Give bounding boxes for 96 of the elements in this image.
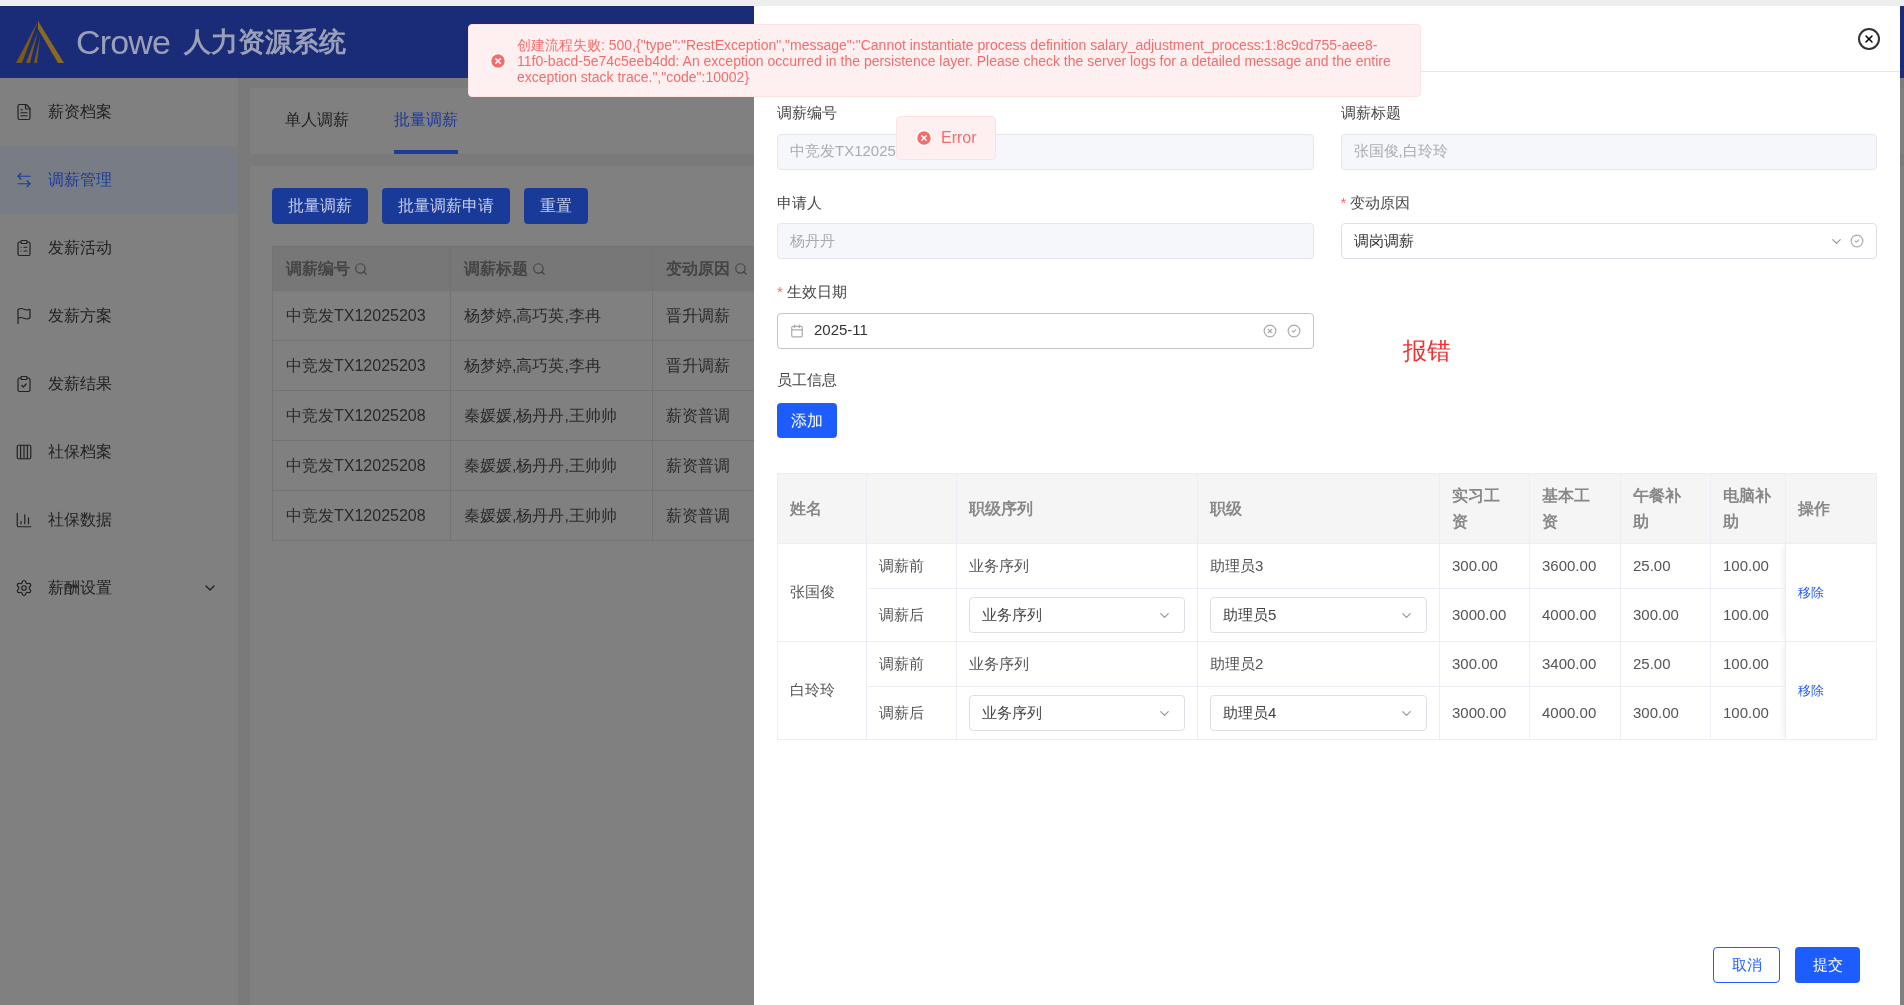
system-name: 人力资源系统 <box>184 25 346 59</box>
field-label: 调薪编号 <box>777 103 837 123</box>
bar-chart-icon <box>15 511 33 529</box>
close-icon <box>1863 32 1875 45</box>
table-cell: 中竞发TX12025208 <box>272 390 451 441</box>
table-cell: 300.00 <box>1452 654 1498 672</box>
sidebar-item[interactable]: 薪资档案 <box>0 78 238 146</box>
table-cell: 3600.00 <box>1542 556 1597 574</box>
column-header: 基本工资 <box>1542 486 1590 530</box>
section-label: 员工信息 <box>777 369 838 390</box>
required-mark: * <box>1340 192 1347 213</box>
close-button[interactable] <box>1858 27 1880 50</box>
table-cell: 调薪前 <box>879 654 924 672</box>
table-cell: 4000.00 <box>1542 605 1597 623</box>
table-cell: 300.00 <box>1633 703 1679 721</box>
table-cell: 调薪后 <box>879 605 924 623</box>
select-field[interactable]: 业务序列 <box>969 695 1185 731</box>
table-cell: 3000.00 <box>1452 605 1507 623</box>
document-icon <box>15 103 33 121</box>
table-cell: 调薪前 <box>879 556 924 574</box>
date-field[interactable]: 2025-11 <box>777 312 1314 349</box>
table-cell: 3400.00 <box>1542 654 1597 672</box>
annotation-text: 报错 <box>1402 335 1451 366</box>
column-header: 姓名 <box>790 499 822 517</box>
sidebar-item[interactable]: 社保档案 <box>0 418 238 486</box>
toolbar-button[interactable]: 批量调薪 <box>272 188 368 224</box>
select-field[interactable]: 业务序列 <box>969 597 1185 633</box>
column-header: 操作 <box>1798 499 1830 517</box>
table-cell: 杨梦婷,高巧英,李冉 <box>450 340 653 391</box>
table-cell: 调薪后 <box>879 703 924 721</box>
column-header: 午餐补助 <box>1633 486 1681 530</box>
toolbar-button[interactable]: 重置 <box>524 188 588 224</box>
select-field[interactable]: 助理员5 <box>1210 597 1427 633</box>
search-icon[interactable] <box>734 261 748 276</box>
table-cell: 中竞发TX12025208 <box>272 490 451 541</box>
sidebar-item[interactable]: 薪酬设置 <box>0 554 238 622</box>
table-cell: 张国俊 <box>790 583 835 601</box>
table-cell: 300.00 <box>1452 556 1498 574</box>
select-field[interactable]: 调岗调薪 <box>1340 223 1877 259</box>
select-field[interactable]: 助理员4 <box>1210 695 1427 731</box>
table-cell: 4000.00 <box>1542 703 1597 721</box>
table-cell: 杨梦婷,高巧英,李冉 <box>450 290 653 341</box>
table-cell: 中竞发TX12025203 <box>272 290 451 341</box>
sidebar-item[interactable]: 发薪方案 <box>0 282 238 350</box>
error-icon <box>489 51 507 70</box>
remove-link[interactable]: 移除 <box>1798 585 1824 601</box>
tab[interactable]: 单人调薪 <box>285 108 349 154</box>
table-cell: 中竞发TX12025203 <box>272 340 451 391</box>
table-cell: 25.00 <box>1633 654 1671 672</box>
table-cell: 助理员2 <box>1210 654 1264 672</box>
search-icon[interactable] <box>532 261 546 276</box>
settings-icon <box>15 579 33 597</box>
remove-link[interactable]: 移除 <box>1798 683 1824 699</box>
table-cell: 100.00 <box>1723 605 1769 623</box>
sidebar-item[interactable]: 社保数据 <box>0 486 238 554</box>
table-cell: 100.00 <box>1723 556 1769 574</box>
field-label: 申请人 <box>777 192 822 213</box>
table-cell: 秦媛媛,杨丹丹,王帅帅 <box>450 390 653 441</box>
table-cell: 3000.00 <box>1452 703 1507 721</box>
add-button[interactable]: 添加 <box>777 403 837 438</box>
logo-icon <box>14 19 66 65</box>
table-cell: 秦媛媛,杨丹丹,王帅帅 <box>450 490 653 541</box>
table-cell: 100.00 <box>1723 703 1769 721</box>
search-icon[interactable] <box>354 261 368 276</box>
clipboard-check-icon <box>15 375 33 393</box>
table-cell: 白玲玲 <box>790 681 835 699</box>
cancel-button[interactable]: 取消 <box>1713 947 1780 983</box>
table-cell: 100.00 <box>1723 654 1769 672</box>
sidebar-item[interactable]: 发薪活动 <box>0 214 238 282</box>
toolbar-button[interactable]: 批量调薪申请 <box>382 188 510 224</box>
logo-text: Crowe <box>76 21 170 63</box>
column-header: 实习工资 <box>1452 486 1500 530</box>
flag-icon <box>15 307 33 325</box>
table-cell: 秦媛媛,杨丹丹,王帅帅 <box>450 440 653 491</box>
column-header: 职级 <box>1210 499 1242 517</box>
error-message: 创建流程失败: 500,{"type":"RestException","message":"Cannot instantiate process definition salary_adjustment_process:1:8c9cd755-aee8-11f0-bacd-5e74c5eeb4dd: An exception occurred in the persistence layer. Please check the server logs for a detailed message and the entire exception stack trace.","code":10002} <box>517 36 1392 85</box>
table-cell: 业务序列 <box>969 654 1029 672</box>
field-label: 调薪标题 <box>1340 103 1401 123</box>
calendar-icon <box>790 323 804 338</box>
column-header: 职级序列 <box>969 499 1033 517</box>
table-cell: 中竞发TX12025208 <box>272 440 451 491</box>
table-cell: 业务序列 <box>969 556 1029 574</box>
clipboard-icon <box>15 239 33 257</box>
columns-icon <box>15 443 33 461</box>
error-icon <box>915 129 933 147</box>
table-cell: 300.00 <box>1633 605 1679 623</box>
check-circle-icon <box>1286 323 1301 338</box>
arrows-icon <box>15 171 33 189</box>
submit-button[interactable]: 提交 <box>1795 947 1860 983</box>
field-label: 变动原因 <box>1350 192 1411 213</box>
table-cell: 25.00 <box>1633 556 1671 574</box>
table-cell: 助理员3 <box>1210 556 1264 574</box>
sidebar-item[interactable]: 发薪结果 <box>0 350 238 418</box>
clear-icon[interactable] <box>1262 323 1277 338</box>
check-circle-icon <box>1850 234 1864 248</box>
column-header: 电脑补助 <box>1723 486 1771 530</box>
